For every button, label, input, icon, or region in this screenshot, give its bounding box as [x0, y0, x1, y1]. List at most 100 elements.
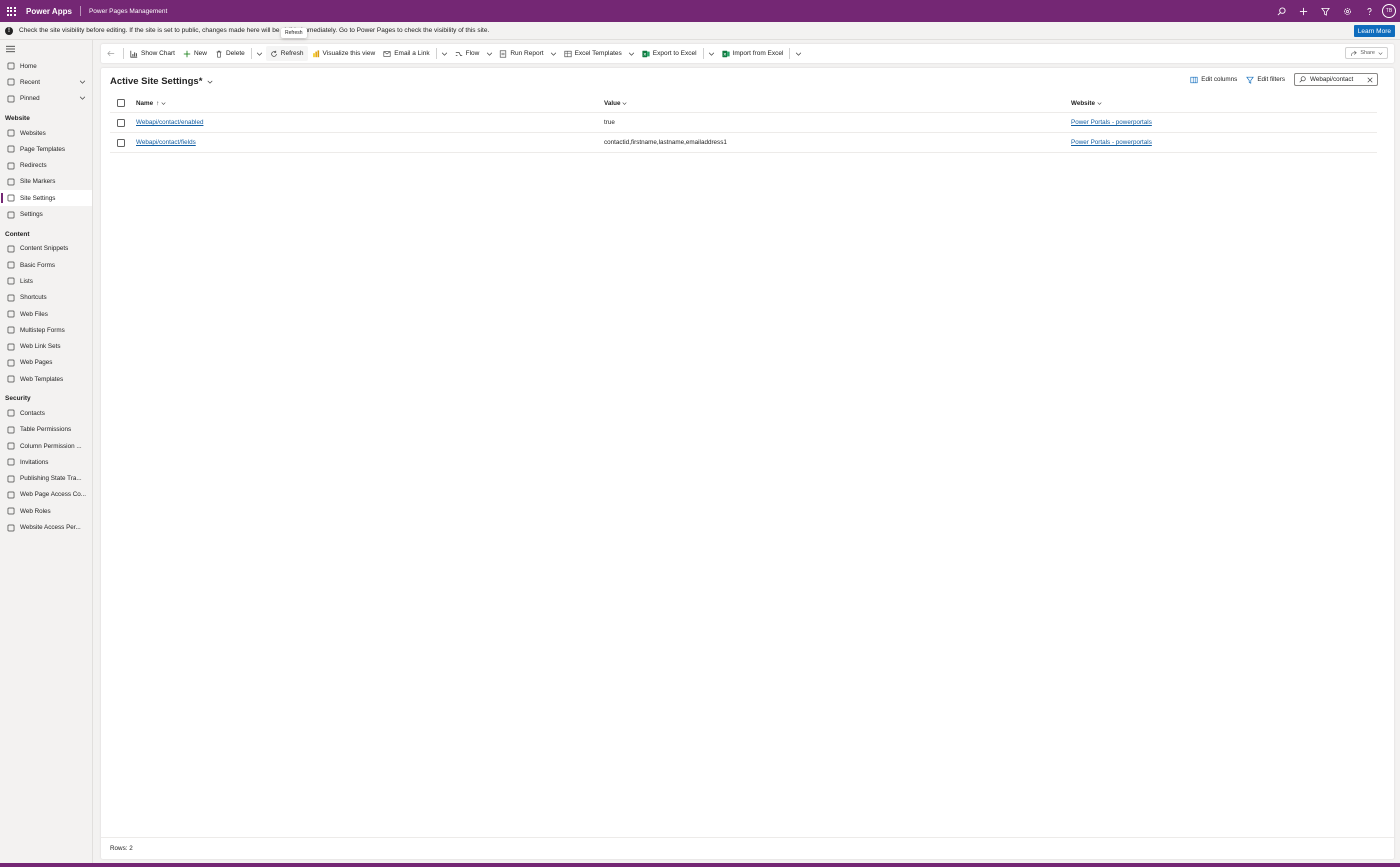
sidebar-item-label: Web Link Sets	[20, 343, 61, 351]
sidebar-item-label: Column Permission ...	[20, 442, 82, 450]
sidebar-item-site-settings[interactable]: Site Settings	[0, 190, 92, 207]
edit-columns-icon	[1190, 76, 1198, 83]
search-icon	[1299, 76, 1306, 83]
filter-icon	[1320, 7, 1330, 16]
sidebar-item-shortcuts[interactable]: Shortcuts	[0, 290, 92, 306]
table-row[interactable]: Webapi/contact/fields contactid,firstname…	[110, 133, 1377, 153]
sidebar-item-multistep-forms[interactable]: Multistep Forms	[0, 322, 92, 338]
sidebar-item-lists[interactable]: Lists	[0, 273, 92, 289]
sidebar-item-basic-forms[interactable]: Basic Forms	[0, 257, 92, 273]
website-link[interactable]: Power Portals - powerportals	[1071, 139, 1152, 146]
run-report-label: Run Report	[510, 50, 544, 57]
row-checkbox[interactable]	[117, 118, 125, 127]
expand-chevron[interactable]	[79, 79, 86, 86]
excel-templates-chevron[interactable]	[626, 46, 638, 61]
record-name-link[interactable]: Webapi/contact/enabled	[136, 119, 203, 126]
grid-search-box	[1294, 73, 1378, 86]
clear-search-button[interactable]	[1367, 77, 1373, 83]
sidebar-item-website-access-per[interactable]: Website Access Per...	[0, 519, 92, 535]
table-row[interactable]: Webapi/contact/enabled true Power Portals …	[110, 113, 1377, 133]
column-header-value[interactable]: Value	[604, 94, 627, 112]
sidebar-item-web-pages[interactable]: Web Pages	[0, 355, 92, 371]
sidebar-item-label: Publishing State Tra...	[20, 475, 82, 483]
app-launcher-button[interactable]	[0, 0, 22, 22]
sidebar-item-content-snippets[interactable]: Content Snippets	[0, 241, 92, 257]
search-button[interactable]	[1270, 0, 1292, 22]
sidebar-item-label: Web Page Access Co...	[20, 491, 87, 499]
template-icon	[6, 375, 15, 384]
export-excel-chevron[interactable]	[706, 46, 718, 61]
avatar[interactable]: TB	[1382, 4, 1396, 18]
sidebar-item-web-link-sets[interactable]: Web Link Sets	[0, 338, 92, 354]
export-excel-button[interactable]: X Export to Excel	[638, 46, 701, 61]
column-header-name[interactable]: Name ↑	[136, 94, 166, 112]
record-name-link[interactable]: Webapi/contact/fields	[136, 139, 196, 146]
sidebar-item-websites[interactable]: Websites	[0, 125, 92, 141]
delete-button[interactable]: Delete	[211, 46, 249, 61]
grid-search-input[interactable]	[1310, 76, 1360, 83]
filter-button[interactable]	[1314, 0, 1336, 22]
home-icon	[6, 62, 15, 71]
more-delete-options-button[interactable]	[254, 46, 266, 61]
import-excel-chevron[interactable]	[792, 46, 804, 61]
learn-more-button[interactable]: Learn More	[1353, 25, 1395, 37]
sidebar-item-label: Contacts	[20, 409, 45, 417]
chevron-down-icon	[486, 52, 492, 56]
sidebar-item-publishing-state-tra[interactable]: Publishing State Tra...	[0, 471, 92, 487]
new-record-button[interactable]: New	[179, 46, 211, 61]
sidebar-item-invitations[interactable]: Invitations	[0, 454, 92, 470]
document-icon	[6, 145, 15, 154]
environment-name[interactable]: Power Pages Management	[89, 8, 167, 15]
link-set-icon	[6, 342, 15, 351]
sidebar-item-recent[interactable]: Recent	[0, 74, 92, 90]
sidebar-item-label: Table Permissions	[20, 426, 72, 434]
sidebar-item-pinned[interactable]: Pinned	[0, 91, 92, 107]
refresh-icon	[271, 50, 277, 57]
sidebar-item-column-permission[interactable]: Column Permission ...	[0, 438, 92, 454]
plus-icon	[1299, 7, 1307, 15]
sidebar-item-home[interactable]: Home	[0, 58, 92, 74]
collapse-nav-button[interactable]	[0, 40, 92, 58]
sidebar-item-redirects[interactable]: Redirects	[0, 157, 92, 173]
show-chart-button[interactable]: Show Chart	[126, 46, 179, 61]
sidebar-item-web-files[interactable]: Web Files	[0, 306, 92, 322]
sidebar-item-web-roles[interactable]: Web Roles	[0, 503, 92, 519]
excel-icon: X	[721, 50, 730, 57]
help-button[interactable]	[1358, 0, 1380, 22]
share-button[interactable]: Share	[1345, 47, 1388, 59]
expand-chevron[interactable]	[79, 95, 86, 102]
chevron-down-icon	[207, 80, 213, 84]
back-button[interactable]	[101, 46, 121, 61]
sidebar-item-contacts[interactable]: Contacts	[0, 405, 92, 421]
chevron-down-icon	[1378, 51, 1383, 55]
run-report-chevron[interactable]	[548, 46, 560, 61]
chevron-down-icon	[441, 52, 448, 56]
marker-icon	[6, 177, 15, 186]
select-all-checkbox[interactable]	[117, 99, 125, 107]
refresh-button[interactable]: Refresh	[265, 46, 308, 61]
sidebar-item-page-templates[interactable]: Page Templates	[0, 141, 92, 157]
sidebar-item-web-page-access-co[interactable]: Web Page Access Co...	[0, 487, 92, 503]
settings-button[interactable]	[1336, 0, 1358, 22]
row-checkbox[interactable]	[117, 138, 125, 147]
flow-chevron[interactable]	[483, 46, 495, 61]
sidebar-item-table-permissions[interactable]: Table Permissions	[0, 422, 92, 438]
more-email-options-button[interactable]	[439, 46, 451, 61]
search-icon	[1277, 6, 1286, 15]
sidebar-item-site-markers[interactable]: Site Markers	[0, 174, 92, 190]
import-excel-button[interactable]: X Import from Excel	[718, 46, 788, 61]
sidebar-item-web-templates[interactable]: Web Templates	[0, 371, 92, 387]
excel-templates-button[interactable]: Excel Templates	[560, 46, 626, 61]
run-report-button[interactable]: Run Report	[495, 46, 547, 61]
view-selector[interactable]: Active Site Settings*	[110, 76, 213, 87]
visualize-view-button[interactable]: Visualize this view	[308, 46, 380, 61]
edit-columns-button[interactable]: Edit columns	[1190, 76, 1237, 84]
edit-filters-button[interactable]: Edit filters	[1246, 76, 1285, 84]
app-name[interactable]: Power Apps	[26, 7, 72, 16]
column-header-website[interactable]: Website	[1071, 94, 1102, 112]
email-link-button[interactable]: Email a Link	[379, 46, 433, 61]
new-button[interactable]	[1292, 0, 1314, 22]
flow-button[interactable]: Flow	[451, 46, 484, 61]
sidebar-item-settings[interactable]: Settings	[0, 206, 92, 222]
website-link[interactable]: Power Portals - powerportals	[1071, 119, 1152, 126]
